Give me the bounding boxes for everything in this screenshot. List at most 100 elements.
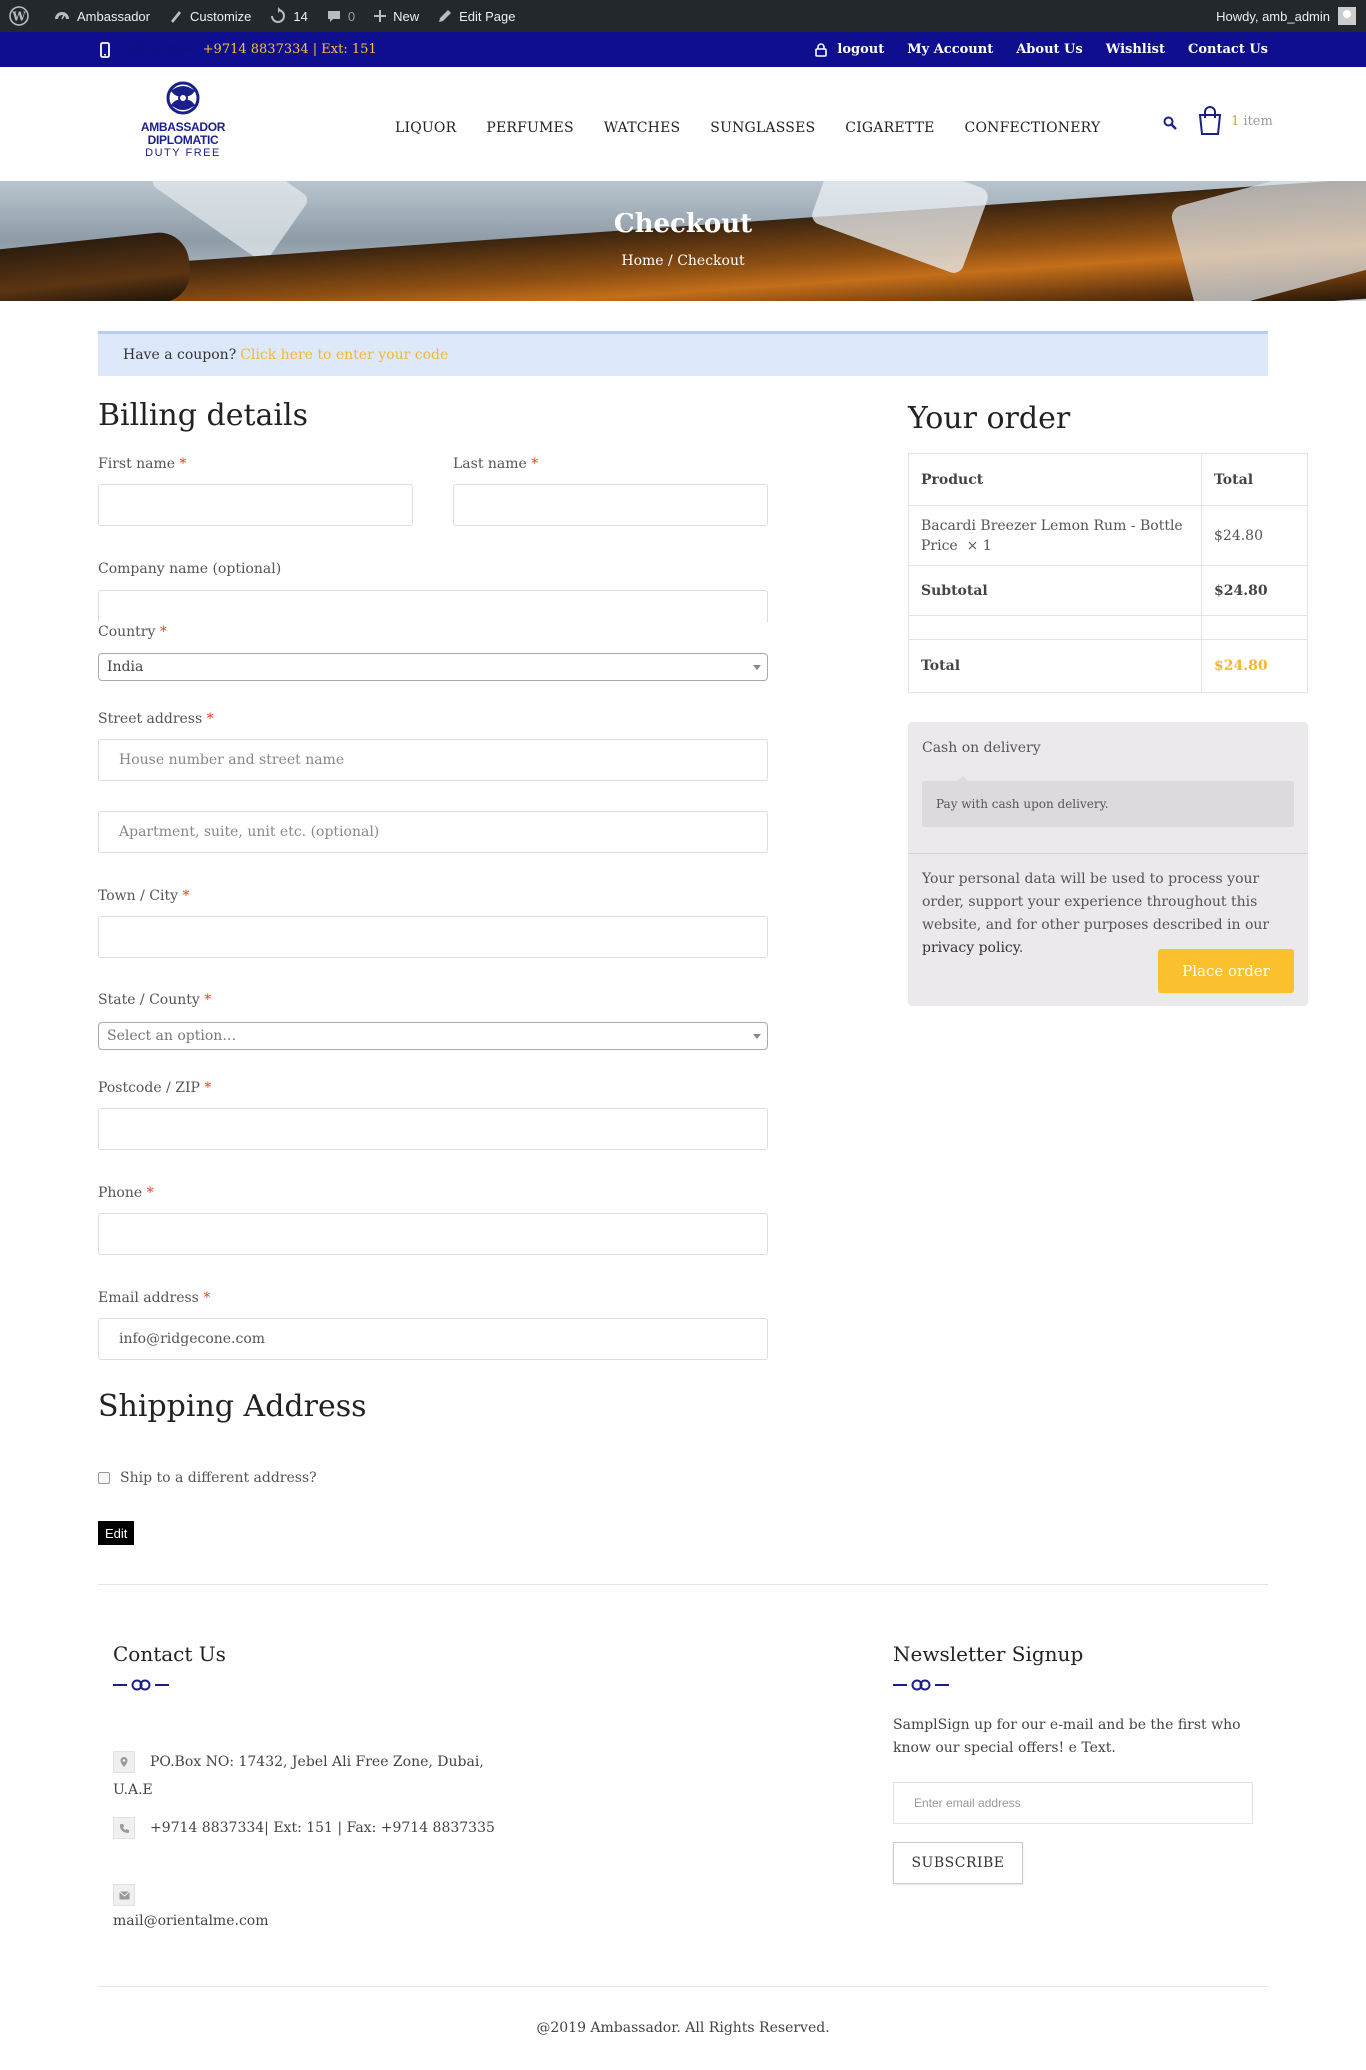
admin-comments-link[interactable]: 0 xyxy=(317,0,364,32)
nav-item-sunglasses[interactable]: SUNGLASSES xyxy=(710,120,815,136)
subtotal-value: $24.80 xyxy=(1214,582,1268,599)
copyright: @2019 Ambassador. All Rights Reserved. xyxy=(536,2020,830,2036)
last-name-label: Last name * xyxy=(453,456,538,472)
search-icon[interactable] xyxy=(1163,116,1177,134)
site-header: AMBASSADOR DIPLOMATIC DUTY FREE LIQUOR P… xyxy=(0,67,1366,181)
contact-us-link[interactable]: Contact Us xyxy=(1188,42,1268,57)
nav-item-confectionery[interactable]: CONFECTIONERY xyxy=(965,120,1101,136)
logout-link[interactable]: logout xyxy=(815,42,884,57)
first-name-label-text: First name xyxy=(98,456,176,472)
state-select[interactable]: Select an option… xyxy=(98,1022,768,1050)
wordpress-logo-icon[interactable]: W xyxy=(0,0,44,32)
country-select[interactable]: India xyxy=(98,653,768,681)
admin-comments-count: 0 xyxy=(347,8,356,24)
last-name-field[interactable] xyxy=(453,484,768,526)
subtotal-label: Subtotal xyxy=(909,566,1202,615)
required-mark: * xyxy=(182,888,190,904)
admin-updates-link[interactable]: 14 xyxy=(260,0,316,32)
wishlist-link[interactable]: Wishlist xyxy=(1106,42,1165,57)
postcode-field[interactable] xyxy=(98,1108,768,1150)
nav-item-liquor[interactable]: LIQUOR xyxy=(395,120,456,136)
payment-panel: Cash on delivery Pay with cash upon deli… xyxy=(908,722,1308,1006)
about-us-link[interactable]: About Us xyxy=(1016,42,1083,57)
footer-email[interactable]: mail@orientalme.com xyxy=(113,1913,268,1929)
admin-customize-label: Customize xyxy=(189,8,252,24)
my-account-link[interactable]: My Account xyxy=(907,42,993,57)
phone-field[interactable] xyxy=(98,1213,768,1255)
company-field[interactable] xyxy=(98,590,768,622)
site-logo[interactable]: AMBASSADOR DIPLOMATIC DUTY FREE xyxy=(140,79,226,160)
admin-howdy[interactable]: Howdy, amb_admin xyxy=(1216,9,1330,24)
nav-item-cigarette[interactable]: CIGARETTE xyxy=(845,120,934,136)
newsletter-email-input[interactable]: Enter email address xyxy=(893,1782,1253,1824)
lock-icon xyxy=(815,42,828,57)
admin-new-link[interactable]: New xyxy=(364,0,428,32)
footer-address-line2: U.A.E xyxy=(113,1782,153,1798)
divider xyxy=(908,853,1308,854)
email-label-text: Email address xyxy=(98,1290,199,1306)
first-name-label: First name * xyxy=(98,456,187,472)
email-field[interactable]: info@ridgecone.com xyxy=(98,1318,768,1360)
cart-link[interactable]: 1 item xyxy=(1197,106,1273,136)
street-placeholder: House number and street name xyxy=(119,752,345,768)
shipping-row-label xyxy=(909,616,1202,639)
cart-count-label: item xyxy=(1239,113,1273,129)
city-field[interactable] xyxy=(98,916,768,958)
apartment-placeholder: Apartment, suite, unit etc. (optional) xyxy=(119,824,380,840)
divider xyxy=(98,1986,1268,1987)
page-banner: Checkout Home / Checkout xyxy=(0,181,1366,301)
comment-icon xyxy=(327,11,340,22)
page-title: Checkout xyxy=(613,209,753,239)
street-label-text: Street address xyxy=(98,711,203,727)
city-label: Town / City * xyxy=(98,888,189,904)
postcode-label: Postcode / ZIP * xyxy=(98,1080,211,1096)
order-item-name-text: Bacardi Breezer Lemon Rum - Bottle Price xyxy=(921,517,1183,554)
required-mark: * xyxy=(204,1080,212,1096)
place-order-button[interactable]: Place order xyxy=(1158,949,1294,993)
call-us-phone[interactable]: +9714 8837334 | Ext: 151 xyxy=(203,42,377,57)
contact-title: Contact Us xyxy=(113,1642,226,1666)
logo-emblem-icon xyxy=(166,81,200,115)
order-item-name: Bacardi Breezer Lemon Rum - Bottle Price… xyxy=(909,506,1202,565)
admin-site-link[interactable]: Ambassador xyxy=(44,0,159,32)
privacy-notice: Your personal data will be used to proce… xyxy=(922,871,1270,956)
privacy-policy-link[interactable]: privacy policy xyxy=(922,940,1019,956)
street-field[interactable]: House number and street name xyxy=(98,739,768,781)
apartment-field[interactable]: Apartment, suite, unit etc. (optional) xyxy=(98,811,768,853)
total-row: Total $24.80 xyxy=(909,640,1307,692)
main-nav: LIQUOR PERFUMES WATCHES SUNGLASSES CIGAR… xyxy=(395,120,1100,136)
phone-label: Phone * xyxy=(98,1185,154,1201)
required-mark: * xyxy=(146,1185,154,1201)
payment-method-cod[interactable]: Cash on delivery xyxy=(922,740,1041,756)
shipping-title: Shipping Address xyxy=(98,1389,367,1424)
privacy-text: Your personal data will be used to proce… xyxy=(922,871,1270,933)
call-us: Call us now +9714 8837334 | Ext: 151 xyxy=(100,32,377,67)
edit-button[interactable]: Edit xyxy=(98,1521,135,1545)
checkbox[interactable] xyxy=(98,1472,110,1484)
coupon-link[interactable]: Click here to enter your code xyxy=(240,347,448,363)
admin-updates-count: 14 xyxy=(293,8,308,24)
first-name-field[interactable] xyxy=(98,484,413,526)
admin-customize-link[interactable]: Customize xyxy=(159,0,260,32)
col-total: Total xyxy=(1214,471,1254,488)
mobile-phone-icon xyxy=(100,41,110,58)
company-label: Company name (optional) xyxy=(98,561,282,577)
nav-item-watches[interactable]: WATCHES xyxy=(604,120,681,136)
admin-edit-page-link[interactable]: Edit Page xyxy=(428,0,524,32)
avatar[interactable] xyxy=(1338,7,1356,25)
ship-different-checkbox[interactable]: Ship to a different address? xyxy=(98,1470,317,1486)
nav-item-perfumes[interactable]: PERFUMES xyxy=(486,120,573,136)
coupon-notice: Have a coupon? Click here to enter your … xyxy=(98,331,1268,376)
divider xyxy=(98,1584,1268,1585)
footer-address: PO.Box NO: 17432, Jebel Ali Free Zone, D… xyxy=(150,1754,484,1770)
postcode-label-text: Postcode / ZIP xyxy=(98,1080,200,1096)
subscribe-button[interactable]: SUBSCRIBE xyxy=(893,1842,1023,1884)
breadcrumb[interactable]: Home / Checkout xyxy=(0,253,1366,269)
phone-icon xyxy=(113,1817,135,1839)
newsletter-title: Newsletter Signup xyxy=(893,1642,1084,1666)
shipping-row-value xyxy=(1202,616,1307,639)
last-name-label-text: Last name xyxy=(453,456,527,472)
table-row: Bacardi Breezer Lemon Rum - Bottle Price… xyxy=(909,506,1307,566)
country-select-value: India xyxy=(107,659,144,675)
ship-different-label: Ship to a different address? xyxy=(120,1470,317,1486)
